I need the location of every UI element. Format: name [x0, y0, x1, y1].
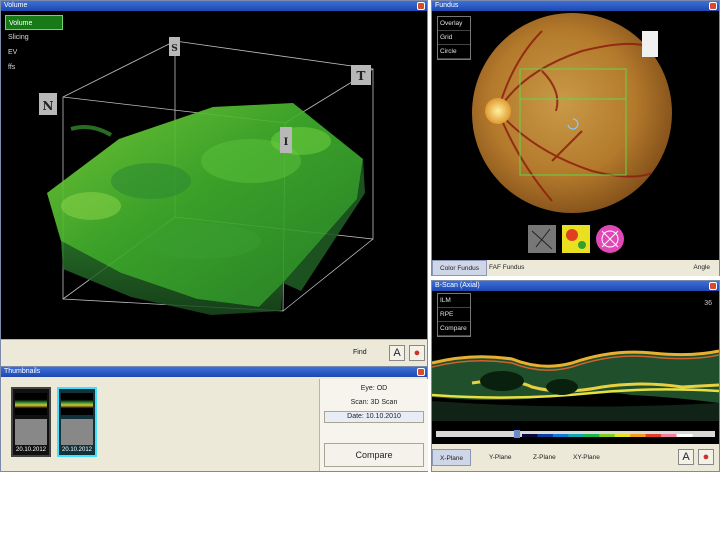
circle-option[interactable]: Circle [438, 45, 470, 59]
color-palette-icon[interactable]: ● [409, 345, 425, 361]
view-mode-menu: Volume Slicing EV ffs [5, 15, 63, 75]
fundus-tabbar: Color Fundus FAF Fundus Angle [432, 260, 719, 276]
colorbar-segment [661, 434, 678, 437]
bscan-image[interactable]: 36 [432, 291, 719, 441]
fundus-image[interactable] [432, 11, 719, 261]
axis-label-i: I [284, 137, 289, 148]
colorbar-segment [568, 434, 585, 437]
thumb-fundus-2 [61, 419, 93, 445]
bscan-overlay-menu: ILM RPE Compare [437, 293, 471, 337]
volume-toolbar: Find A ● [1, 339, 427, 366]
volume-titlebar[interactable]: Volume [1, 1, 427, 11]
axis-label-t: T [357, 69, 366, 83]
thumbnails-window: Thumbnails 20.10.2012 20.10.2012 Eye: OD… [0, 366, 428, 472]
find-label: Find [353, 349, 367, 356]
close-icon[interactable] [709, 282, 717, 290]
optic-disc [485, 98, 511, 124]
bscan-tabbar: X-Plane Y-Plane Z-Plane XY-Plane A ● [432, 444, 719, 471]
view-mode-volume[interactable]: Volume [5, 15, 63, 30]
view-mode-ffs[interactable]: ffs [5, 60, 63, 75]
info-date: Date: 10.10.2010 [324, 411, 424, 423]
close-icon[interactable] [709, 2, 717, 10]
thumb-date-1: 20.10.2012 [15, 447, 47, 453]
tab-z-plane[interactable]: Z-Plane [526, 449, 563, 466]
fundus-title: Fundus [435, 2, 459, 9]
colorbar-segment [522, 434, 538, 437]
thumbnails-titlebar[interactable]: Thumbnails [1, 367, 427, 377]
tab-y-plane[interactable]: Y-Plane [482, 449, 519, 466]
scan-thumbnail-1[interactable]: 20.10.2012 [11, 387, 51, 457]
thumb-date-2: 20.10.2012 [61, 447, 93, 453]
bscan-colorbar [522, 434, 693, 437]
colorbar-segment [599, 434, 616, 437]
view-mode-slicing[interactable]: Slicing [5, 30, 63, 45]
fundus-window: Fundus Overlay Grid Circle Color Fundus … [431, 0, 720, 276]
ilm-option[interactable]: ILM [438, 294, 470, 308]
bscan-scroll-thumb[interactable] [514, 430, 520, 438]
color-palette-icon[interactable]: ● [698, 449, 714, 465]
axis-label-s: S [171, 44, 178, 54]
compare-option[interactable]: Compare [438, 322, 470, 336]
tab-color-fundus[interactable]: Color Fundus [432, 260, 488, 276]
tab-xy-plane[interactable]: XY-Plane [566, 449, 607, 466]
annotate-icon[interactable]: A [678, 449, 694, 465]
overlay-option[interactable]: Overlay [438, 17, 470, 31]
colorbar-segment [630, 434, 647, 437]
view-mode-ev[interactable]: EV [5, 45, 63, 60]
bscan-titlebar[interactable]: B-Scan (Axial) [432, 281, 719, 291]
colorbar-segment [552, 434, 569, 437]
colorbar-segment [614, 434, 631, 437]
volume-render[interactable]: S T N I [1, 11, 427, 329]
tab-angle[interactable]: Angle [686, 260, 717, 276]
info-scan: Scan: 3D Scan [350, 399, 398, 406]
scan-info-panel: Eye: OD Scan: 3D Scan Date: 10.10.2010 C… [319, 379, 428, 471]
bscan-title: B-Scan (Axial) [435, 282, 480, 289]
tab-faf-fundus[interactable]: FAF Fundus [482, 260, 531, 276]
volume-title: Volume [4, 2, 28, 9]
scan-thumbnail-2[interactable]: 20.10.2012 [57, 387, 97, 457]
fundus-titlebar[interactable]: Fundus [432, 1, 719, 11]
colorbar-segment [583, 434, 600, 437]
info-eye: Eye: OD [360, 385, 388, 392]
close-icon[interactable] [417, 368, 425, 376]
thumb-bscan-2 [61, 393, 93, 415]
colorbar-segment [645, 434, 662, 437]
annotate-icon[interactable]: A [389, 345, 405, 361]
thumb-fundus-1 [15, 419, 47, 445]
thumbnails-title: Thumbnails [4, 368, 41, 375]
fundus-overlay-menu: Overlay Grid Circle [437, 16, 471, 60]
tab-x-plane[interactable]: X-Plane [432, 449, 472, 466]
volume-window: Volume S T N I Volume Slicing EV ffs Fin… [0, 0, 428, 366]
rpe-option[interactable]: RPE [438, 308, 470, 322]
bscan-window: B-Scan (Axial) 36 ILM RPE Compare X-Plan… [431, 280, 720, 472]
compare-button[interactable]: Compare [324, 443, 424, 467]
grid-option[interactable]: Grid [438, 31, 470, 45]
retina-layers [432, 349, 719, 421]
colorbar-segment [676, 434, 693, 437]
scan-index: 36 [704, 300, 712, 307]
axis-label-n: N [43, 99, 54, 113]
colorbar-segment [537, 434, 554, 437]
thumb-bscan-1 [15, 393, 47, 415]
close-icon[interactable] [417, 2, 425, 10]
